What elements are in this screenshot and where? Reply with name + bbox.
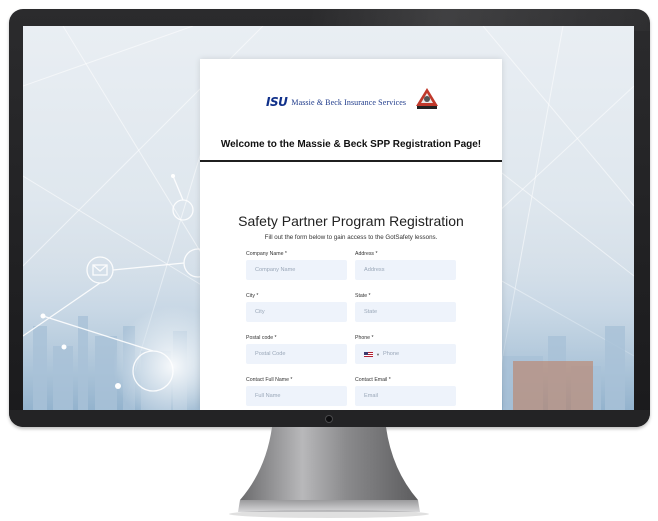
phone-label: Phone * — [355, 335, 374, 341]
contact-email-placeholder: Email — [364, 393, 378, 399]
state-placeholder: State — [364, 309, 378, 315]
postal-code-placeholder: Postal Code — [255, 351, 286, 357]
contact-email-field[interactable]: Email — [355, 386, 456, 406]
address-field[interactable]: Address — [355, 260, 456, 280]
postal-code-label: Postal code * — [246, 335, 277, 341]
welcome-heading: Welcome to the Massie & Beck SPP Registr… — [220, 139, 482, 150]
us-flag-icon[interactable] — [364, 351, 373, 357]
city-label: City * — [246, 293, 259, 299]
monitor-frame: ISU Massie & Beck Insurance Services Wel… — [9, 9, 650, 427]
contact-email-label: Contact Email * — [355, 377, 391, 383]
form-subtitle: Fill out the form below to gain access t… — [264, 234, 438, 241]
contact-name-label: Contact Full Name * — [246, 377, 293, 383]
address-label: Address * — [355, 251, 378, 257]
phone-field[interactable]: ▼ Phone — [355, 344, 456, 364]
brand-logo: ISU Massie & Beck Insurance Services — [266, 95, 406, 109]
company-name-placeholder: Company Name — [255, 267, 296, 273]
contact-name-placeholder: Full Name — [255, 393, 281, 399]
postal-code-field[interactable]: Postal Code — [246, 344, 347, 364]
company-name: Massie & Beck Insurance Services — [291, 97, 407, 107]
isu-logo-text: ISU — [266, 95, 288, 109]
monitor-screen: ISU Massie & Beck Insurance Services Wel… — [23, 26, 634, 410]
contact-name-field[interactable]: Full Name — [246, 386, 347, 406]
company-name-label: Company Name * — [246, 251, 287, 257]
address-placeholder: Address — [364, 267, 385, 273]
phone-placeholder: Phone — [382, 351, 400, 357]
city-placeholder: City — [255, 309, 265, 315]
company-name-field[interactable]: Company Name — [246, 260, 347, 280]
webcam-icon — [325, 415, 333, 423]
registration-page: ISU Massie & Beck Insurance Services Wel… — [200, 59, 502, 410]
header-divider — [200, 160, 502, 162]
country-dropdown-icon[interactable]: ▼ — [376, 352, 380, 357]
city-field[interactable]: City — [246, 302, 347, 322]
state-label: State * — [355, 293, 371, 299]
form-title: Safety Partner Program Registration — [238, 213, 464, 229]
page-header: ISU Massie & Beck Insurance Services Wel… — [200, 59, 502, 159]
state-field[interactable]: State — [355, 302, 456, 322]
gotsafety-logo-icon — [416, 88, 438, 109]
